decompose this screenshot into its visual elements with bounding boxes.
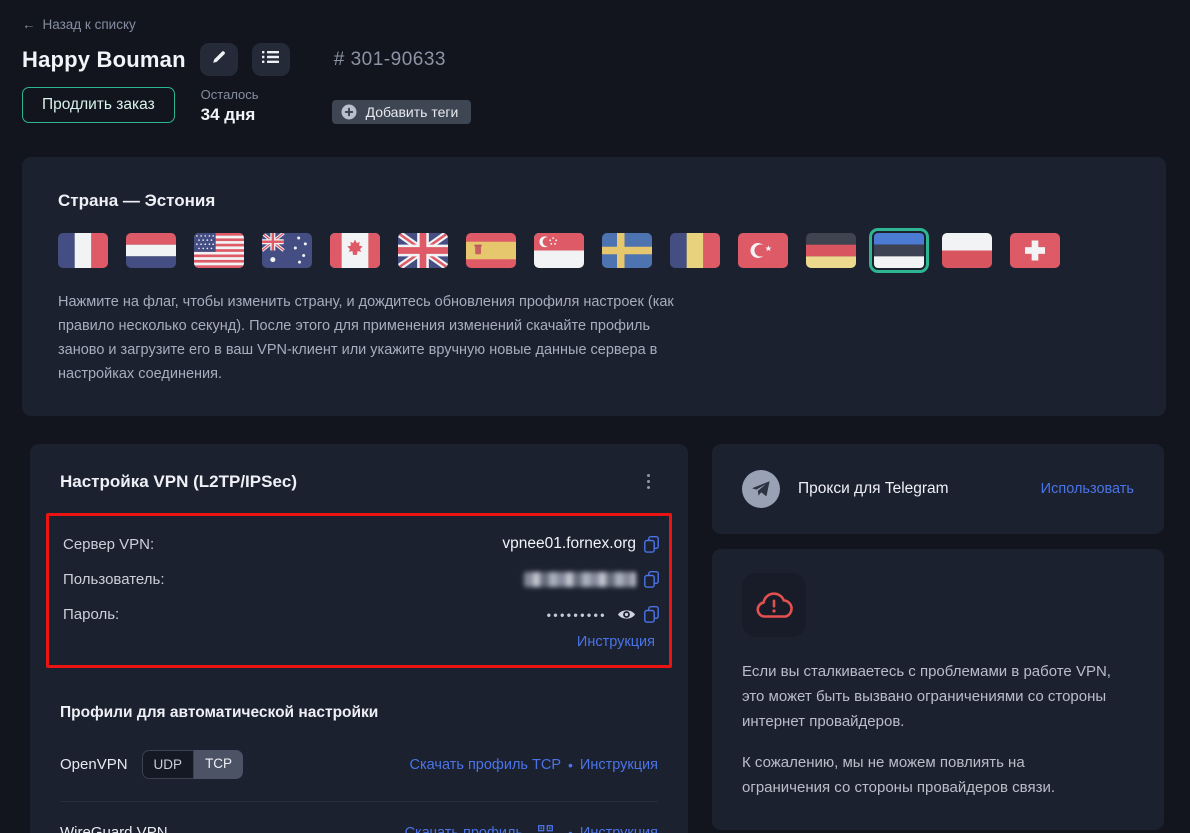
separator-dot: • [568, 757, 573, 773]
wireguard-download-link[interactable]: Скачать профиль [405, 825, 523, 833]
add-tags-button[interactable]: Добавить теги [332, 100, 472, 124]
flag-singapore[interactable] [534, 233, 584, 268]
user-value-blurred [524, 572, 636, 587]
back-arrow-icon: ← [22, 17, 36, 32]
telegram-proxy-title: Прокси для Telegram [798, 480, 1041, 498]
header: ← Назад к списку Happy Bouman # 301-9063… [22, 16, 1190, 125]
remaining-block: Осталось 34 дня [201, 87, 259, 125]
telegram-use-link[interactable]: Использовать [1041, 481, 1134, 497]
flag-france[interactable] [58, 233, 108, 268]
tcp-toggle-option[interactable]: TCP [194, 750, 243, 779]
wireguard-row: WireGuard VPN Скачать профиль • Инструкц… [46, 802, 672, 833]
page-title: Happy Bouman [22, 47, 186, 73]
user-label: Пользователь: [63, 571, 165, 588]
show-password-eye-icon[interactable] [617, 608, 636, 621]
flag-estonia[interactable] [874, 233, 924, 268]
country-card: Страна — Эстония Нажмите на флаг, чтобы … [22, 157, 1166, 416]
password-masked-value: ••••••••• [547, 608, 607, 622]
openvpn-protocol-toggle: UDP TCP [142, 750, 244, 779]
server-row: Сервер VPN: vpnee01.fornex.org [63, 530, 659, 566]
pencil-icon [211, 49, 227, 70]
right-column: Прокси для Telegram Использовать Если вы… [712, 444, 1164, 833]
order-list-button[interactable] [252, 43, 290, 76]
flag-switzerland[interactable] [1010, 233, 1060, 268]
wireguard-instruction-link[interactable]: Инструкция [580, 825, 658, 833]
plus-circle-icon [341, 104, 357, 120]
renew-order-button[interactable]: Продлить заказ [22, 87, 175, 123]
copy-server-icon[interactable] [644, 536, 659, 553]
copy-user-icon[interactable] [644, 571, 659, 588]
order-page: ← Назад к списку Happy Bouman # 301-9063… [0, 0, 1190, 833]
cloud-alert-icon [742, 573, 806, 637]
vpn-settings-card: Настройка VPN (L2TP/IPSec) Сервер VPN: v… [30, 444, 688, 833]
flag-spain[interactable] [466, 233, 516, 268]
remaining-label: Осталось [201, 87, 259, 102]
back-label: Назад к списку [43, 17, 136, 32]
wireguard-qr-icon[interactable] [538, 825, 553, 833]
openvpn-instruction-link[interactable]: Инструкция [580, 757, 658, 773]
password-label: Пароль: [63, 606, 119, 623]
add-tags-label: Добавить теги [366, 104, 459, 120]
flag-sweden[interactable] [602, 233, 652, 268]
country-card-title: Страна — Эстония [58, 191, 1130, 211]
country-flags-row [58, 233, 1130, 268]
openvpn-label: OpenVPN [60, 756, 128, 773]
credentials-highlight-box: Сервер VPN: vpnee01.fornex.org Пользоват… [46, 513, 672, 668]
l2tp-instruction-link[interactable]: Инструкция [577, 634, 655, 650]
flag-netherlands[interactable] [126, 233, 176, 268]
flag-uk[interactable] [398, 233, 448, 268]
telegram-proxy-card: Прокси для Telegram Использовать [712, 444, 1164, 534]
list-icon [262, 50, 279, 69]
separator-dot: • [568, 825, 573, 833]
flag-usa[interactable] [194, 233, 244, 268]
wireguard-label: WireGuard VPN [60, 824, 168, 833]
password-row: Пароль: ••••••••• [63, 601, 659, 629]
profiles-section-title: Профили для автоматической настройки [60, 704, 658, 722]
flag-turkey[interactable] [738, 233, 788, 268]
order-number: # 301-90633 [334, 49, 446, 71]
flag-romania[interactable] [670, 233, 720, 268]
back-to-list-link[interactable]: ← Назад к списку [22, 17, 136, 32]
vpn-warning-card: Если вы сталкиваетесь с проблемами в раб… [712, 549, 1164, 830]
country-description: Нажмите на флаг, чтобы изменить страну, … [58, 290, 678, 386]
openvpn-row: OpenVPN UDP TCP Скачать профиль TCP • Ин… [46, 728, 672, 801]
vpn-card-title: Настройка VPN (L2TP/IPSec) [60, 472, 297, 492]
remaining-value: 34 дня [201, 105, 259, 125]
vpn-card-menu-button[interactable] [639, 470, 658, 493]
warning-paragraph-2: К сожалению, мы не можем повлиять на огр… [742, 750, 1114, 800]
openvpn-download-link[interactable]: Скачать профиль TCP [410, 757, 561, 773]
warning-paragraph-1: Если вы сталкиваетесь с проблемами в раб… [742, 659, 1114, 734]
server-label: Сервер VPN: [63, 536, 154, 553]
flag-germany[interactable] [806, 233, 856, 268]
user-row: Пользователь: [63, 566, 659, 601]
server-value: vpnee01.fornex.org [502, 535, 636, 553]
udp-toggle-option[interactable]: UDP [142, 750, 195, 779]
edit-title-button[interactable] [200, 43, 238, 76]
flag-canada[interactable] [330, 233, 380, 268]
copy-password-icon[interactable] [644, 606, 659, 623]
flag-australia[interactable] [262, 233, 312, 268]
telegram-icon [742, 470, 780, 508]
flag-poland[interactable] [942, 233, 992, 268]
